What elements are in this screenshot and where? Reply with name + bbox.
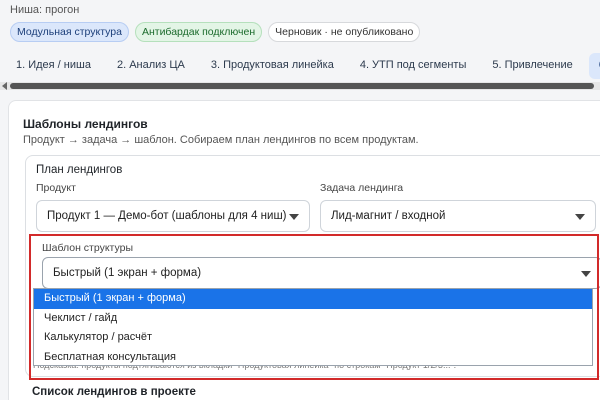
scrollbar-thumb[interactable] [10, 83, 594, 89]
tab-product-line[interactable]: 3. Продуктовая линейка [201, 53, 344, 79]
tab-usp[interactable]: 4. УТП под сегменты [350, 53, 477, 79]
tab-acquisition[interactable]: 5. Привлечение [482, 53, 582, 79]
chevron-down-icon [289, 214, 299, 220]
task-label: Задача лендинга [320, 182, 404, 194]
product-select-value: Продукт 1 — Демо-бот (шаблоны для 4 ниш) [47, 210, 287, 222]
highlight-frame [29, 234, 599, 380]
plan-title: План лендингов [36, 164, 123, 176]
niche-label: Ниша: прогон [10, 4, 80, 16]
task-select[interactable]: Лид-магнит / входной [320, 200, 596, 232]
tab-audience[interactable]: 2. Анализ ЦА [107, 53, 195, 79]
product-label: Продукт [36, 182, 76, 194]
section-title: Шаблоны лендингов [23, 117, 148, 131]
step-tabs: 1. Идея / ниша 2. Анализ ЦА 3. Продуктов… [0, 53, 600, 79]
landings-list-title: Список лендингов в проекте [32, 386, 196, 398]
task-select-value: Лид-магнит / входной [331, 210, 446, 222]
tab-idea[interactable]: 1. Идея / ниша [6, 53, 101, 79]
status-badges: Модульная структура Антибардак подключен… [10, 22, 421, 42]
draft-badge: Черновик · не опубликовано [268, 22, 421, 42]
chevron-down-icon [575, 214, 585, 220]
tab-templates[interactable]: 6. Шаб [588, 53, 600, 79]
antibardak-badge: Антибардак подключен [134, 22, 263, 42]
product-select[interactable]: Продукт 1 — Демо-бот (шаблоны для 4 ниш) [36, 200, 310, 232]
section-subtitle: Продукт → задача → шаблон. Собираем план… [23, 134, 419, 146]
tabs-scrollbar[interactable] [0, 82, 600, 90]
structure-badge: Модульная структура [10, 22, 129, 42]
scroll-left-icon[interactable] [2, 82, 7, 90]
